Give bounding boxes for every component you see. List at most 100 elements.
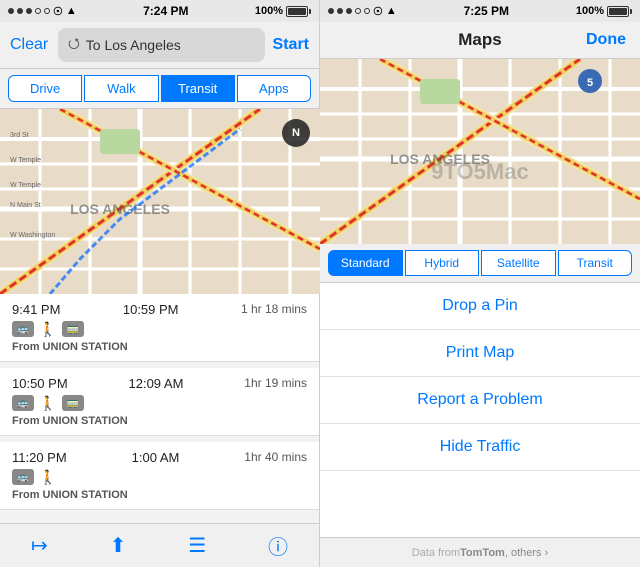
- map-type-bar: Standard Hybrid Satellite Transit: [320, 244, 640, 283]
- signal-dot-4: [35, 8, 41, 14]
- signal-dot-1: [8, 8, 14, 14]
- map-type-satellite[interactable]: Satellite: [481, 250, 556, 276]
- battery-pct-left: 100%: [255, 5, 283, 17]
- clear-button[interactable]: Clear: [10, 36, 50, 54]
- left-map[interactable]: LOS ANGELES 3rd St W Temple W Temple N M…: [0, 109, 320, 294]
- walk-icon-1: 🚶: [40, 321, 56, 337]
- signal-dot-3: [26, 8, 32, 14]
- left-bottom-toolbar: ↦ ⬆ ☰ ⓘ: [0, 523, 319, 567]
- navigation-icon: ⭯: [68, 33, 80, 57]
- tomtom-label: TomTom: [460, 547, 505, 559]
- right-map[interactable]: 5 LOS ANGELES 9TO5Mac: [320, 59, 640, 244]
- svg-text:5: 5: [587, 77, 593, 89]
- transit-item-2[interactable]: 10:50 PM 12:09 AM 1hr 19 mins 🚌 🚶 🚃 From…: [0, 368, 319, 436]
- depart-time-3: 11:20 PM: [12, 450, 67, 465]
- right-panel: ☉ ▲ 7:25 PM 100% Maps Done: [320, 0, 640, 567]
- drop-pin-button[interactable]: Drop a Pin: [320, 283, 640, 330]
- left-status-signal: ☉ ▲: [8, 5, 77, 18]
- svg-text:W Temple: W Temple: [10, 182, 41, 189]
- rail-icon-1: 🚃: [62, 321, 84, 337]
- list-button[interactable]: ☰: [188, 533, 206, 558]
- map-type-standard[interactable]: Standard: [328, 250, 403, 276]
- left-nav-bar: Clear ⭯ To Los Angeles Start: [0, 22, 319, 69]
- bus-icon-2: 🚌: [12, 395, 34, 411]
- transit-from-2: From UNION STATION: [12, 415, 307, 427]
- transit-from-1: From UNION STATION: [12, 341, 307, 353]
- info-button[interactable]: ⓘ: [268, 531, 288, 560]
- duration-1: 1 hr 18 mins: [241, 302, 307, 317]
- svg-text:N Main St: N Main St: [10, 202, 41, 209]
- destination-text: To Los Angeles: [86, 37, 181, 53]
- start-button[interactable]: Start: [273, 36, 309, 54]
- transit-times-2: 10:50 PM 12:09 AM 1hr 19 mins: [12, 376, 307, 391]
- report-problem-button[interactable]: Report a Problem: [320, 377, 640, 424]
- right-status-time: 7:25 PM: [464, 4, 509, 18]
- battery-icon-left: [286, 6, 311, 17]
- footer-text: Data from: [412, 547, 460, 559]
- r-signal-dot-1: [328, 8, 334, 14]
- tab-transit[interactable]: Transit: [161, 75, 235, 102]
- transit-list: 9:41 PM 10:59 PM 1 hr 18 mins 🚌 🚶 🚃 From…: [0, 294, 319, 523]
- r-battery-icon: [607, 6, 632, 17]
- menu-items: Drop a Pin Print Map Report a Problem Hi…: [320, 283, 640, 537]
- right-status-bar: ☉ ▲ 7:25 PM 100%: [320, 0, 640, 22]
- arrive-time-3: 1:00 AM: [132, 450, 180, 465]
- svg-text:9TO5Mac: 9TO5Mac: [431, 159, 528, 184]
- r-signal-dot-2: [337, 8, 343, 14]
- arrive-time-2: 12:09 AM: [129, 376, 184, 391]
- print-map-button[interactable]: Print Map: [320, 330, 640, 377]
- signal-dot-5: [44, 8, 50, 14]
- location-button[interactable]: ↦: [31, 533, 48, 558]
- left-panel: ☉ ▲ 7:24 PM 100% Clear ⭯ To Los Angeles …: [0, 0, 320, 567]
- r-signal-dot-5: [364, 8, 370, 14]
- transit-item-1[interactable]: 9:41 PM 10:59 PM 1 hr 18 mins 🚌 🚶 🚃 From…: [0, 294, 319, 362]
- right-nav-title: Maps: [458, 30, 501, 50]
- svg-text:W Temple: W Temple: [10, 157, 41, 164]
- hide-traffic-button[interactable]: Hide Traffic: [320, 424, 640, 471]
- svg-text:LOS ANGELES: LOS ANGELES: [70, 201, 170, 217]
- footer-suffix: , others ›: [505, 547, 548, 559]
- wifi-icon: ☉: [53, 5, 63, 18]
- bus-icon-3: 🚌: [12, 469, 34, 485]
- duration-3: 1hr 40 mins: [244, 450, 307, 465]
- duration-2: 1hr 19 mins: [244, 376, 307, 391]
- transit-from-3: From UNION STATION: [12, 489, 307, 501]
- right-nav-bar: Maps Done: [320, 22, 640, 59]
- r-battery-pct: 100%: [576, 5, 604, 17]
- map-type-transit[interactable]: Transit: [558, 250, 633, 276]
- transit-times-3: 11:20 PM 1:00 AM 1hr 40 mins: [12, 450, 307, 465]
- arrive-time-1: 10:59 PM: [123, 302, 179, 317]
- transit-icons-3: 🚌 🚶: [12, 469, 307, 485]
- transit-icons-1: 🚌 🚶 🚃: [12, 321, 307, 337]
- walk-icon-3: 🚶: [40, 469, 56, 485]
- left-tab-bar: Drive Walk Transit Apps: [0, 69, 319, 109]
- tab-apps[interactable]: Apps: [237, 75, 311, 102]
- share-button[interactable]: ⬆: [110, 533, 127, 558]
- rail-icon-2: 🚃: [62, 395, 84, 411]
- svg-text:3rd St: 3rd St: [10, 132, 29, 139]
- r-signal-dot-3: [346, 8, 352, 14]
- tab-walk[interactable]: Walk: [84, 75, 158, 102]
- depart-time-1: 9:41 PM: [12, 302, 60, 317]
- depart-time-2: 10:50 PM: [12, 376, 68, 391]
- right-status-signal: ☉ ▲: [328, 5, 397, 18]
- right-status-battery: 100%: [576, 5, 632, 17]
- done-button[interactable]: Done: [586, 31, 626, 49]
- bus-icon-1: 🚌: [12, 321, 34, 337]
- r-arrow-icon: ▲: [386, 5, 397, 17]
- destination-field[interactable]: ⭯ To Los Angeles: [58, 28, 265, 62]
- transit-times-1: 9:41 PM 10:59 PM 1 hr 18 mins: [12, 302, 307, 317]
- map-type-hybrid[interactable]: Hybrid: [405, 250, 480, 276]
- left-status-time: 7:24 PM: [143, 4, 188, 18]
- compass-icon: N: [282, 119, 310, 147]
- arrow-up-icon: ▲: [66, 5, 77, 17]
- svg-text:W Washington: W Washington: [10, 232, 55, 239]
- transit-item-3[interactable]: 11:20 PM 1:00 AM 1hr 40 mins 🚌 🚶 From UN…: [0, 442, 319, 510]
- left-status-battery: 100%: [255, 5, 311, 17]
- r-wifi-icon: ☉: [373, 5, 383, 18]
- transit-icons-2: 🚌 🚶 🚃: [12, 395, 307, 411]
- left-status-bar: ☉ ▲ 7:24 PM 100%: [0, 0, 319, 22]
- right-footer: Data from TomTom , others ›: [320, 537, 640, 567]
- tab-drive[interactable]: Drive: [8, 75, 82, 102]
- signal-dot-2: [17, 8, 23, 14]
